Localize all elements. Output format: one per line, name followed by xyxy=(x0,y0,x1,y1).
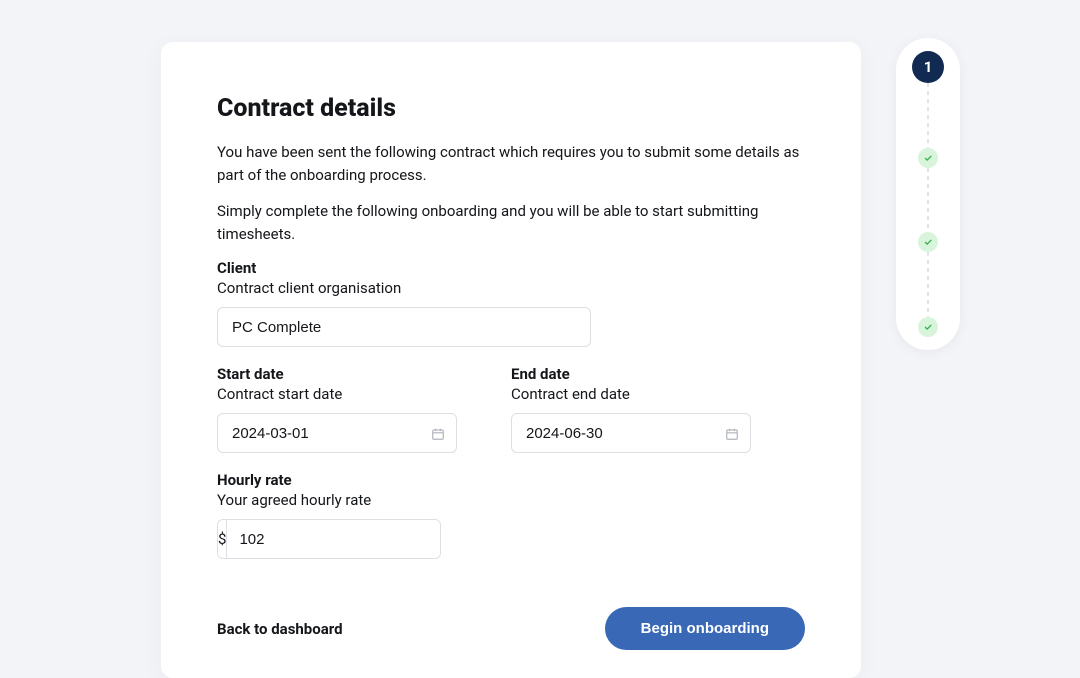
end-date-label: End date xyxy=(511,365,751,383)
start-date-sublabel: Contract start date xyxy=(217,385,457,403)
step-2-indicator[interactable] xyxy=(918,148,938,168)
currency-prefix: $ xyxy=(218,520,227,558)
intro-text-1: You have been sent the following contrac… xyxy=(217,141,805,186)
hourly-rate-sublabel: Your agreed hourly rate xyxy=(217,491,805,509)
intro-text-2: Simply complete the following onboarding… xyxy=(217,200,805,245)
contract-details-card: Contract details You have been sent the … xyxy=(161,42,861,678)
step-4-indicator[interactable] xyxy=(918,317,938,337)
step-3-indicator[interactable] xyxy=(918,232,938,252)
begin-onboarding-button[interactable]: Begin onboarding xyxy=(605,607,805,650)
step-1-active[interactable]: 1 xyxy=(912,51,944,83)
check-icon xyxy=(923,237,933,247)
client-sublabel: Contract client organisation xyxy=(217,279,805,297)
start-date-label: Start date xyxy=(217,365,457,383)
calendar-icon xyxy=(431,426,445,440)
step-connector xyxy=(927,168,929,233)
end-date-sublabel: Contract end date xyxy=(511,385,751,403)
onboarding-stepper: 1 xyxy=(896,38,960,350)
hourly-rate-label: Hourly rate xyxy=(217,471,805,489)
end-date-input[interactable] xyxy=(511,413,751,453)
start-date-input[interactable] xyxy=(217,413,457,453)
hourly-rate-field: Hourly rate Your agreed hourly rate $ /h… xyxy=(217,471,805,559)
client-field: Client Contract client organisation xyxy=(217,259,805,347)
page-title: Contract details xyxy=(217,94,805,123)
step-connector xyxy=(927,252,929,317)
start-date-field: Start date Contract start date xyxy=(217,365,457,453)
end-date-field: End date Contract end date xyxy=(511,365,751,453)
client-input[interactable] xyxy=(217,307,591,347)
card-footer: Back to dashboard Begin onboarding xyxy=(217,607,805,650)
back-to-dashboard-link[interactable]: Back to dashboard xyxy=(217,620,343,638)
step-connector xyxy=(927,83,929,148)
check-icon xyxy=(923,153,933,163)
hourly-rate-input-group: $ /hr xyxy=(217,519,441,559)
hourly-rate-input[interactable] xyxy=(227,520,441,558)
check-icon xyxy=(923,322,933,332)
client-label: Client xyxy=(217,259,805,277)
calendar-icon xyxy=(725,426,739,440)
